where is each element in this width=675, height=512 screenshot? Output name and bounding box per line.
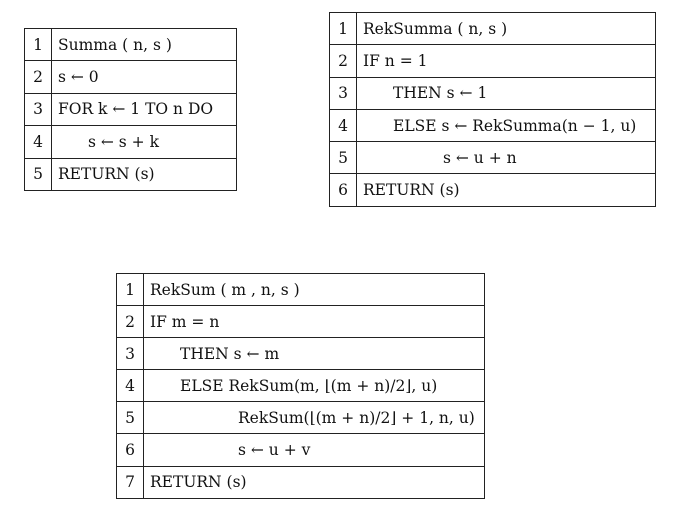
- algorithm-reksumma: 1 RekSumma ( n, s ) 2 IF n = 1 3 THEN s …: [329, 11, 656, 207]
- line-code: s ← u + v: [143, 433, 485, 467]
- line-code: s ← 0: [51, 60, 237, 94]
- line-code: IF m = n: [143, 305, 485, 339]
- line-number: 4: [24, 125, 52, 159]
- line-code: Summa ( n, s ): [51, 27, 237, 62]
- code-line: 2 IF m = n: [116, 305, 485, 339]
- line-number: 4: [329, 108, 357, 143]
- line-number: 2: [24, 60, 52, 94]
- line-code: RekSum(⌊(m + n)/2⌋ + 1, n, u): [143, 401, 485, 435]
- line-code: ELSE s ← RekSumma(n − 1, u): [356, 108, 656, 143]
- code-line: 2 IF n = 1: [329, 44, 656, 78]
- line-code: RekSum ( m , n, s ): [143, 272, 485, 307]
- line-code: RETURN (s): [51, 157, 237, 191]
- line-code: s ← s + k: [51, 125, 237, 159]
- line-code: THEN s ← m: [143, 337, 485, 371]
- code-line: 5 RETURN (s): [24, 157, 237, 191]
- line-number: 6: [329, 173, 357, 207]
- line-number: 3: [116, 337, 144, 371]
- code-line: 1 RekSumma ( n, s ): [329, 11, 656, 46]
- line-number: 1: [329, 11, 357, 46]
- line-number: 2: [116, 305, 144, 339]
- line-code: IF n = 1: [356, 44, 656, 78]
- line-code: RekSumma ( n, s ): [356, 11, 656, 46]
- code-line: 4 ELSE s ← RekSumma(n − 1, u): [329, 108, 656, 143]
- line-code: RETURN (s): [143, 465, 485, 499]
- line-number: 6: [116, 433, 144, 467]
- line-number: 2: [329, 44, 357, 78]
- line-number: 5: [329, 141, 357, 175]
- line-code: RETURN (s): [356, 173, 656, 207]
- code-line: 6 RETURN (s): [329, 173, 656, 207]
- line-code: THEN s ← 1: [356, 76, 656, 110]
- line-code: s ← u + n: [356, 141, 656, 175]
- code-line: 3 THEN s ← m: [116, 337, 485, 371]
- line-number: 3: [24, 92, 52, 127]
- line-number: 4: [116, 369, 144, 403]
- line-number: 3: [329, 76, 357, 110]
- code-line: 6 s ← u + v: [116, 433, 485, 467]
- line-code: ELSE RekSum(m, ⌊(m + n)/2⌋, u): [143, 369, 485, 403]
- code-line: 5 s ← u + n: [329, 141, 656, 175]
- code-line: 4 ELSE RekSum(m, ⌊(m + n)/2⌋, u): [116, 369, 485, 403]
- code-line: 3 THEN s ← 1: [329, 76, 656, 110]
- line-number: 5: [24, 157, 52, 191]
- algorithm-summa: 1 Summa ( n, s ) 2 s ← 0 3 FOR k ← 1 TO …: [24, 27, 237, 191]
- code-line: 7 RETURN (s): [116, 465, 485, 499]
- code-line: 5 RekSum(⌊(m + n)/2⌋ + 1, n, u): [116, 401, 485, 435]
- line-number: 1: [24, 27, 52, 62]
- algorithm-reksum: 1 RekSum ( m , n, s ) 2 IF m = n 3 THEN …: [116, 272, 485, 499]
- line-code: FOR k ← 1 TO n DO: [51, 92, 237, 127]
- line-number: 7: [116, 465, 144, 499]
- code-line: 4 s ← s + k: [24, 125, 237, 159]
- line-number: 1: [116, 272, 144, 307]
- code-line: 2 s ← 0: [24, 60, 237, 94]
- code-line: 3 FOR k ← 1 TO n DO: [24, 92, 237, 127]
- code-line: 1 RekSum ( m , n, s ): [116, 272, 485, 307]
- code-line: 1 Summa ( n, s ): [24, 27, 237, 62]
- line-number: 5: [116, 401, 144, 435]
